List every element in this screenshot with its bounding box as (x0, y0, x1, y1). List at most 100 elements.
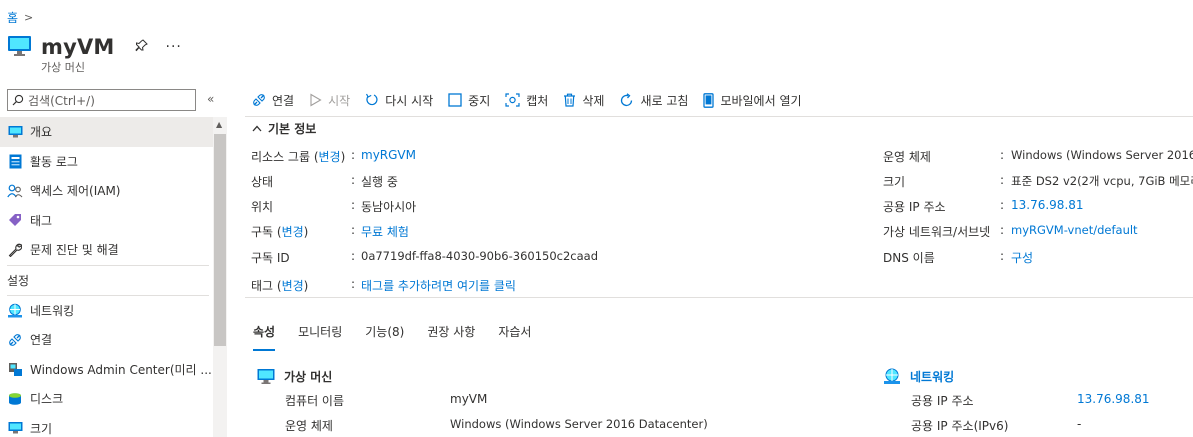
connect-label: 연결 (272, 93, 295, 108)
size-label: 크기 (883, 175, 906, 189)
capture-button[interactable]: 캡처 (505, 92, 548, 109)
sidebar-search-input[interactable]: 검색(Ctrl+/) (7, 89, 196, 111)
sidebar-scrollbar-thumb[interactable] (214, 134, 226, 346)
sidebar-item-diagnose[interactable]: 문제 진단 및 해결 (0, 235, 213, 265)
vm-os-label: 운영 체제 (285, 419, 333, 433)
public-ip-link[interactable]: 13.76.98.81 (1011, 198, 1084, 212)
tab-recommendations[interactable]: 권장 사항 (427, 323, 475, 346)
subscription-value-link[interactable]: 무료 체험 (361, 223, 409, 240)
essentials-colon: : (351, 249, 356, 263)
sidebar-item-activity-log[interactable]: 활동 로그 (0, 147, 213, 177)
sidebar-item-tags[interactable]: 태그 (0, 206, 213, 236)
sidebar-item-label: 태그 (30, 213, 53, 228)
monitor-icon (7, 124, 23, 140)
connect-button[interactable]: 연결 (252, 92, 294, 109)
sidebar-nav: 개요 활동 로그 액세스 제어(IAM) 태그 문제 진단 및 해결 설정 네트… (0, 117, 213, 437)
sidebar-item-label: Windows Admin Center(미리 ... (30, 362, 212, 377)
resource-group-value-link[interactable]: myRGVM (361, 148, 416, 162)
people-icon (7, 183, 23, 199)
vm-os-value: Windows (Windows Server 2016 Datacenter) (450, 417, 708, 431)
essentials-colon: : (1000, 173, 1005, 187)
restart-label: 다시 시작 (385, 93, 434, 108)
net-public-ip-label: 공용 IP 주소 (911, 394, 974, 408)
breadcrumb-home-link[interactable]: 홈 (7, 9, 18, 26)
status-label: 상태 (251, 175, 274, 189)
delete-button[interactable]: 삭제 (563, 92, 604, 109)
chevron-right-icon: > (24, 11, 34, 24)
subscription-id-value: 0a7719df-ffa8-4030-90b6-360150c2caad (361, 249, 599, 263)
admin-center-icon (7, 361, 23, 377)
pin-icon[interactable] (134, 38, 148, 56)
start-button[interactable]: 시작 (309, 92, 350, 109)
restart-button[interactable]: 다시 시작 (365, 92, 433, 109)
sidebar-item-label: 활동 로그 (30, 154, 78, 169)
tab-tutorials[interactable]: 자습서 (498, 323, 531, 346)
page-title: myVM (41, 35, 115, 59)
open-in-mobile-button[interactable]: 모바일에서 열기 (703, 92, 802, 109)
essentials-colon: : (351, 223, 356, 237)
tags-change-link[interactable]: 변경 (282, 279, 304, 293)
sidebar-item-iam[interactable]: 액세스 제어(IAM) (0, 176, 213, 206)
refresh-icon (621, 92, 633, 106)
stop-button[interactable]: 중지 (448, 92, 490, 109)
vnet-link[interactable]: myRGVM-vnet/default (1011, 223, 1138, 237)
sidebar-section-settings: 설정 (7, 273, 30, 288)
chevron-up-icon (252, 122, 262, 135)
sidebar-item-label: 액세스 제어(IAM) (30, 184, 121, 199)
tab-properties[interactable]: 속성 (253, 323, 276, 351)
refresh-button[interactable]: 새로 고침 (619, 92, 688, 109)
tab-capabilities[interactable]: 기능(8) (365, 323, 404, 346)
scroll-up-icon[interactable]: ▲ (216, 120, 222, 129)
essentials-colon: : (351, 148, 356, 162)
net-public-ip-link[interactable]: 13.76.98.81 (1077, 392, 1150, 406)
restart-icon (366, 93, 378, 106)
more-options-icon[interactable]: ··· (166, 39, 182, 55)
sidebar-item-label: 연결 (30, 333, 53, 348)
command-bar-divider (245, 116, 1193, 117)
search-icon (12, 94, 24, 106)
dns-label: DNS 이름 (883, 251, 935, 265)
resource-group-change-link[interactable]: 변경 (319, 150, 341, 164)
activity-log-icon (7, 153, 23, 169)
network-icon (7, 302, 23, 318)
net-public-ipv6-label: 공용 IP 주소(IPv6) (911, 419, 1009, 433)
collapse-sidebar-icon[interactable]: « (207, 92, 214, 106)
stop-label: 중지 (468, 93, 491, 108)
sidebar-item-overview[interactable]: 개요 (0, 117, 213, 147)
sidebar-item-label: 크기 (30, 421, 53, 436)
command-bar: 연결 시작 다시 시작 중지 캡처 삭제 새로 고침 모바일에서 열기 (252, 90, 817, 110)
add-tags-link[interactable]: 태그를 추가하려면 여기를 클릭 (361, 277, 516, 294)
sidebar-item-connect[interactable]: 연결 (0, 325, 213, 355)
public-ip-label: 공용 IP 주소 (883, 200, 946, 214)
capture-icon (505, 93, 520, 107)
essentials-colon: : (351, 198, 356, 212)
essentials-colon: : (1000, 198, 1005, 212)
sidebar-item-label: 개요 (30, 125, 53, 140)
trash-icon (564, 93, 576, 107)
size-icon (7, 420, 23, 436)
sidebar-item-disks[interactable]: 디스크 (0, 384, 213, 414)
capture-label: 캡처 (526, 93, 549, 108)
start-label: 시작 (328, 93, 351, 108)
subscription-change-link[interactable]: 변경 (282, 225, 304, 239)
tab-monitoring[interactable]: 모니터링 (298, 323, 342, 346)
essentials-colon: : (351, 277, 356, 291)
os-value: Windows (Windows Server 2016 Da (1011, 148, 1193, 162)
sidebar-item-size[interactable]: 크기 (0, 414, 213, 437)
dns-configure-link[interactable]: 구성 (1011, 249, 1033, 266)
sidebar-item-networking[interactable]: 네트워킹 (0, 296, 213, 326)
location-label: 위치 (251, 200, 274, 214)
networking-heading-link[interactable]: 네트워킹 (910, 368, 954, 385)
monitor-icon (257, 369, 275, 384)
networking-properties-heading: 네트워킹 (883, 368, 954, 385)
essentials-heading: 기본 정보 (268, 122, 317, 136)
essentials-colon: : (1000, 249, 1005, 263)
wrench-icon (7, 242, 23, 258)
net-public-ipv6-value: - (1077, 417, 1082, 431)
sidebar-item-label: 네트워킹 (30, 303, 75, 318)
status-value: 실행 중 (361, 175, 398, 189)
vm-heading-label: 가상 머신 (284, 370, 333, 384)
sidebar-item-windows-admin-center[interactable]: Windows Admin Center(미리 ... (0, 355, 213, 385)
essentials-toggle[interactable]: 기본 정보 (252, 120, 316, 137)
essentials-colon: : (1000, 148, 1005, 162)
